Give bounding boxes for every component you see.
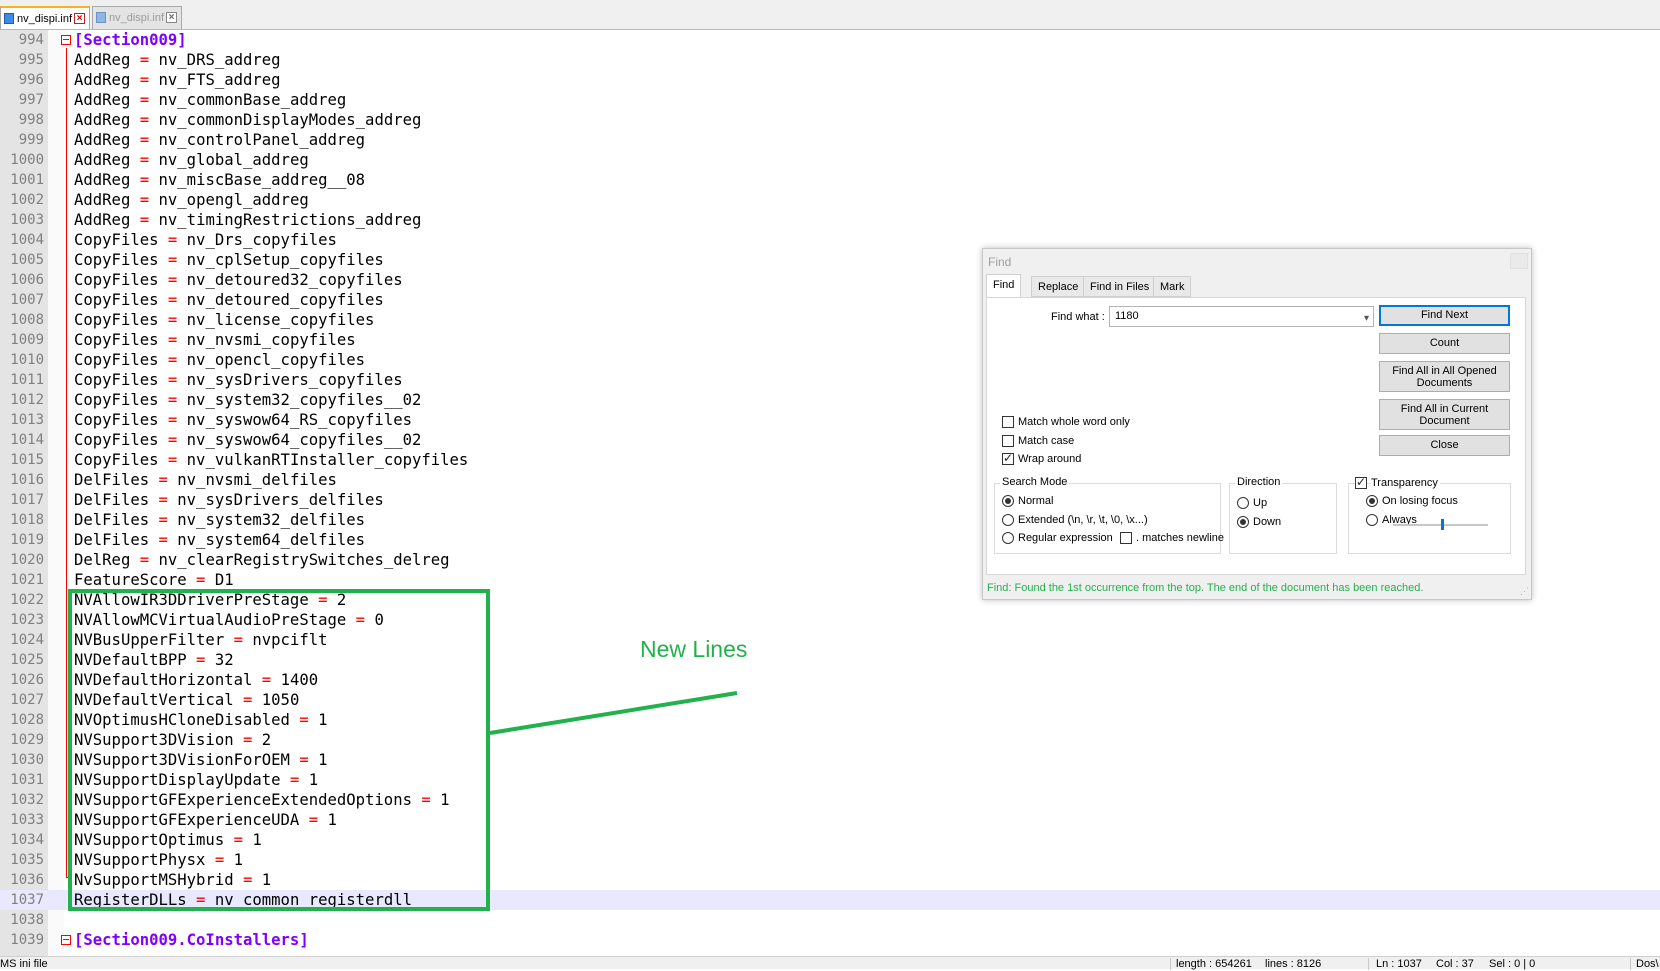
count-button[interactable]: Count [1379, 333, 1510, 354]
matches-newline-checkbox[interactable] [1120, 532, 1132, 544]
on-losing-focus-radio[interactable] [1366, 495, 1378, 507]
match-case-label: Match case [1018, 435, 1075, 447]
wrap-around-checkbox[interactable] [1002, 451, 1014, 465]
normal-label: Normal [1018, 495, 1054, 507]
annotation-label: New Lines [640, 636, 748, 662]
transparency-slider[interactable] [1393, 519, 1488, 530]
slider-thumb[interactable] [1441, 519, 1444, 530]
regex-radio[interactable] [1002, 532, 1014, 544]
status-separator [1368, 958, 1369, 970]
status-separator [1170, 958, 1171, 970]
find-what-input[interactable]: 1180 ▾ [1109, 306, 1374, 327]
find-status-message: Find: Found the 1st occurrence from the … [987, 582, 1424, 594]
down-radio[interactable] [1237, 516, 1249, 528]
matches-newline-label: . matches newline [1136, 532, 1225, 544]
tab-replace[interactable]: Replace [1031, 276, 1086, 297]
down-label: Down [1253, 516, 1282, 528]
chevron-down-icon[interactable]: ▾ [1364, 309, 1369, 328]
match-whole-word-checkbox[interactable] [1002, 416, 1014, 428]
dialog-title: Find [988, 255, 1012, 269]
resize-grip-icon[interactable]: ⋰ [1520, 586, 1529, 597]
extended-label: Extended (\n, \r, \t, \0, \x...) [1018, 514, 1148, 526]
find-all-opened-button[interactable]: Find All in All Opened Documents [1379, 361, 1510, 392]
match-case-checkbox[interactable] [1002, 435, 1014, 447]
normal-radio[interactable] [1002, 495, 1014, 507]
find-all-current-button[interactable]: Find All in Current Document [1379, 399, 1510, 430]
transparency-label: Transparency [1371, 477, 1440, 489]
dialog-close-icon[interactable] [1510, 253, 1528, 269]
find-next-button[interactable]: Find Next [1379, 305, 1510, 326]
always-radio[interactable] [1366, 514, 1378, 526]
status-separator [1630, 958, 1631, 970]
match-whole-word-label: Match whole word only [1018, 416, 1130, 428]
direction-title: Direction [1235, 476, 1283, 488]
up-radio[interactable] [1237, 497, 1249, 509]
tab-mark[interactable]: Mark [1153, 276, 1192, 297]
transparency-checkbox[interactable] [1355, 475, 1367, 489]
up-label: Up [1253, 497, 1268, 509]
wrap-around-label: Wrap around [1018, 453, 1082, 465]
tab-find-in-files[interactable]: Find in Files [1083, 276, 1157, 297]
find-what-value: 1180 [1115, 310, 1139, 322]
search-mode-title: Search Mode [1000, 476, 1070, 488]
status-bar: MS ini file length : 654261 lines : 8126… [0, 956, 1660, 970]
on-losing-focus-label: On losing focus [1382, 495, 1458, 507]
extended-radio[interactable] [1002, 514, 1014, 526]
close-button[interactable]: Close [1379, 435, 1510, 456]
find-what-label: Find what : [1051, 311, 1105, 323]
regex-label: Regular expression [1018, 532, 1113, 544]
find-dialog: Find Find Replace Find in Files Mark Fin… [982, 248, 1532, 600]
tab-find[interactable]: Find [986, 274, 1022, 298]
